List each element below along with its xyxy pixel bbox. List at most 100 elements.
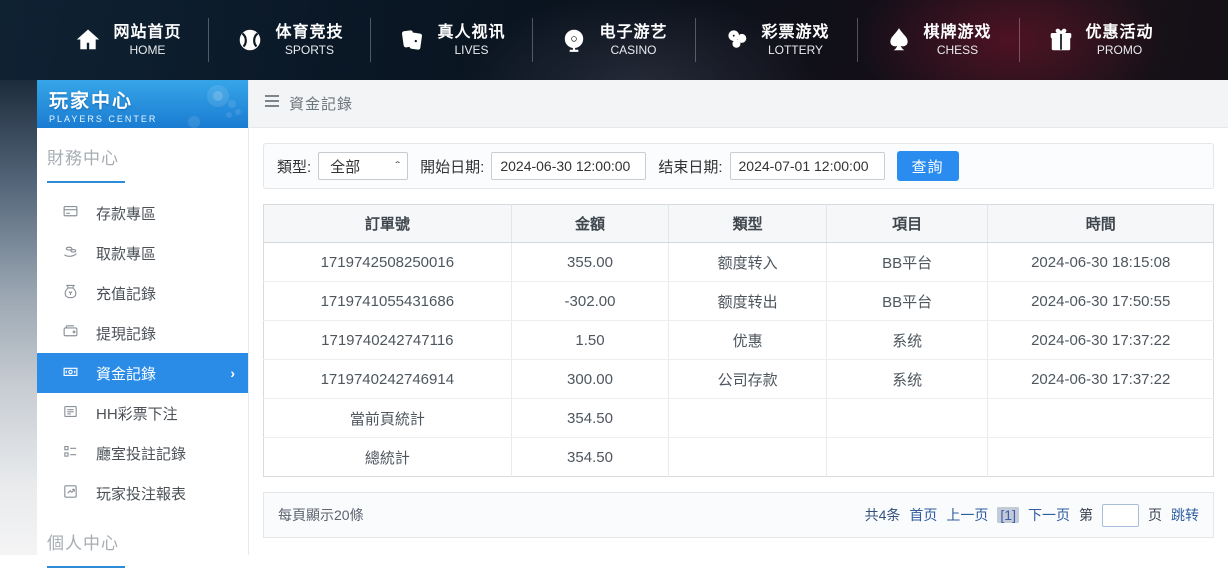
sidebar-item-廳室投註記錄[interactable]: 廳室投註記錄 [37,433,248,473]
lives-icon [398,26,426,54]
next-page-link[interactable]: 下一页 [1028,505,1070,525]
section-underline [47,181,125,183]
end-date-input[interactable] [729,152,885,180]
table-cell: 2024-06-30 17:50:55 [987,281,1214,321]
nav-item-casino[interactable]: 电子游艺 CASINO [533,23,694,58]
sidebar-section-label: 財務中心 [47,149,119,168]
column-header: 類型 [668,204,827,243]
recharge-icon [62,283,79,304]
sidebar-item-存款專區[interactable]: 存款專區 [37,193,248,233]
funds-record-table: 訂單號 金額 類型 項目 時間 1719742508250016 355.00 额度转入 BB… [263,204,1214,477]
start-date-label: 開始日期: [420,158,485,176]
chess-icon [885,26,913,54]
page-prefix-label: 第 [1079,507,1093,523]
sidebar-item-充值記錄[interactable]: 充值記錄 [37,273,248,313]
table-header-row: 訂單號 金額 類型 項目 時間 [263,204,1214,243]
table-cell [668,398,827,438]
sidebar-item-資金記錄[interactable]: 資金記錄 › [37,353,248,393]
table-cell: 系统 [826,359,989,399]
nav-item-subtitle: HOME [129,42,166,57]
sidebar-item-label: 存款專區 [96,205,157,223]
table-cell: 2024-06-30 17:37:22 [987,359,1214,399]
table-cell [988,438,1214,477]
column-header: 訂單號 [263,204,512,243]
sidebar-item-label: 充值記錄 [96,285,157,303]
chevron-right-icon: › [230,365,235,381]
nav-item-home[interactable]: 网站首页 HOME [47,23,208,58]
sidebar-item-label: HH彩票下注 [96,405,178,423]
type-select-value: 全部 [330,158,361,176]
report-icon [62,483,79,504]
search-button[interactable]: 查詢 [896,151,959,181]
table-cell: BB平台 [826,281,989,321]
players-center-header: 玩家中心 PLAYERS CENTER [37,80,248,128]
table-cell: 系统 [826,320,989,360]
main-panel: 資金記錄 類型: 全部 ˆ 開始日期: 结束日期: 查詢 訂單號金額類型項目時間… [248,80,1228,555]
nav-item-lottery[interactable]: 彩票游戏 LOTTERY [696,23,857,58]
nav-item-chess[interactable]: 棋牌游戏 CHESS [858,23,1019,58]
table-cell: 總統計 [263,437,512,477]
prev-page-link[interactable]: 上一页 [946,505,988,525]
table-row: 總統計 354.50 [263,437,1214,477]
breadcrumb: 資金記錄 [249,80,1228,128]
pagination-bar: 每頁顯示20條 共4条 首页 上一页 [1] 下一页 第 页 跳转 [263,492,1214,538]
withdraw-icon [62,243,79,264]
content: 類型: 全部 ˆ 開始日期: 结束日期: 查詢 訂單號金額類型項目時間 1719… [249,128,1228,538]
nav-item-title: 彩票游戏 [761,23,830,41]
menu-icon[interactable] [264,94,280,113]
chevron-down-icon: ˆ [395,160,400,172]
per-page-text: 每頁顯示20條 [278,507,364,523]
sidebar: 玩家中心 PLAYERS CENTER 財務中心存款專區取款專區充值記錄提現記錄… [37,80,248,568]
nav-item-title: 电子游艺 [599,23,668,41]
table-cell: 1719741055431686 [263,281,512,321]
table-cell: 1719740242746914 [263,359,512,399]
page-jump-input[interactable] [1102,503,1139,527]
table-cell: 354.50 [511,437,670,477]
nav-item-title: 网站首页 [113,23,182,41]
nav-item-subtitle: LIVES [454,42,489,57]
hall-bet-icon [62,443,79,464]
sidebar-item-提現記錄[interactable]: 提現記錄 [37,313,248,353]
sidebar-item-玩家投注報表[interactable]: 玩家投注報表 [37,473,248,513]
column-header: 金額 [511,204,670,243]
start-date-input[interactable] [491,152,647,180]
sidebar-item-label: 玩家投注報表 [96,485,187,503]
casino-icon [560,26,588,54]
pager: 共4条 首页 上一页 [1] 下一页 第 页 跳转 [865,503,1199,527]
jump-link[interactable]: 跳转 [1171,505,1199,525]
sidebar-section: 個人中心 [37,513,248,578]
nav-item-promo[interactable]: 优惠活动 PROMO [1020,23,1181,58]
nav-item-title: 真人视讯 [437,23,506,41]
table-cell: 2024-06-30 18:15:08 [987,242,1214,282]
sidebar-item-label: 資金記錄 [96,365,157,383]
nav-item-subtitle: PROMO [1096,42,1143,57]
nav-item-lives[interactable]: 真人视讯 LIVES [371,23,532,58]
table-cell: -302.00 [511,281,670,321]
sidebar-item-label: 取款專區 [96,245,157,263]
home-icon [74,26,102,54]
table-cell: 當前頁統計 [263,398,512,438]
first-page-link[interactable]: 首页 [909,505,937,525]
table-row: 1719741055431686 -302.00 额度转出 BB平台 2024-06-3… [263,281,1214,321]
deposit-icon [62,203,79,224]
nav-item-subtitle: LOTTERY [767,42,824,57]
nav-item-subtitle: CASINO [610,42,657,57]
nav-item-subtitle: SPORTS [284,42,335,57]
sidebar-item-取款專區[interactable]: 取款專區 [37,233,248,273]
table-cell: 优惠 [668,320,827,360]
sidebar-item-label: 廳室投註記錄 [96,445,187,463]
table-cell: 2024-06-30 17:37:22 [987,320,1214,360]
sidebar-item-HH彩票下注[interactable]: HH彩票下注 [37,393,248,433]
table-cell [826,398,989,438]
table-cell: 1719742508250016 [263,242,512,282]
table-cell: 300.00 [511,359,670,399]
nav-item-sports[interactable]: 体育竞技 SPORTS [209,23,370,58]
top-nav: 网站首页 HOME 体育竞技 SPORTS 真人视讯 LIVES 电子游艺 CASINO 彩票游… [0,0,1228,80]
sports-icon [236,26,264,54]
funds-icon [62,363,79,384]
type-select[interactable]: 全部 ˆ [318,152,409,180]
current-page-badge: [1] [997,507,1019,523]
table-cell: 额度转入 [668,242,827,282]
page-title: 資金記錄 [289,96,354,113]
nav-item-title: 棋牌游戏 [923,23,992,41]
